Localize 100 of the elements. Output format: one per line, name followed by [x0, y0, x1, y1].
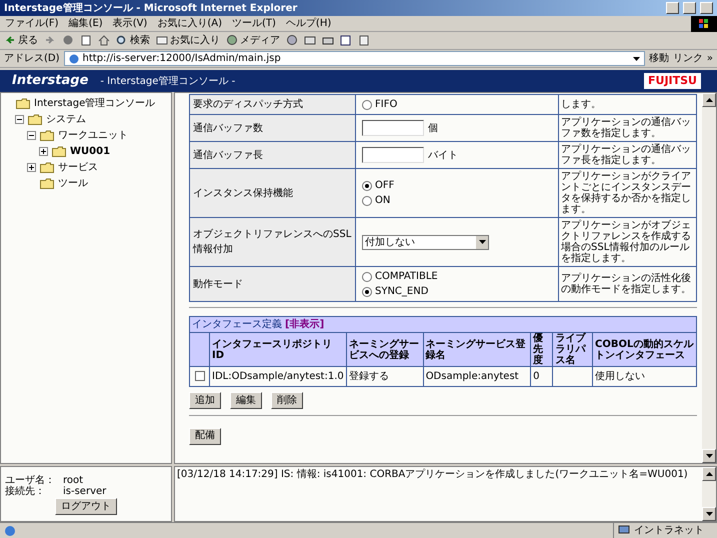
number-field[interactable]: [362, 147, 424, 163]
folder-icon: [40, 178, 54, 188]
links-button[interactable]: リンク: [672, 51, 703, 66]
menu-item[interactable]: ファイル(F): [0, 16, 64, 31]
dropdown-icon: [632, 56, 640, 60]
column-header: インタフェースリポジトリID: [212, 338, 332, 360]
setting-description: アプリケーションの通信バッファ長を指定します。: [561, 144, 691, 166]
folder-icon: [28, 114, 42, 124]
radio-button[interactable]: [362, 180, 372, 190]
setting-label: 動作モード: [193, 278, 243, 290]
column-header: ネーミングサービスへの登録: [348, 338, 419, 360]
go-button[interactable]: 移動: [648, 51, 669, 66]
chevron-button[interactable]: »: [706, 51, 713, 66]
setting-label: 通信バッファ長: [193, 150, 263, 160]
action-button[interactable]: 編集: [230, 392, 262, 409]
column-header: 優先度: [533, 333, 544, 366]
down-arrow-icon: [706, 454, 712, 458]
column-header: COBOLの動的スケルトンインタフェース: [595, 338, 694, 360]
number-field[interactable]: [362, 120, 424, 136]
collapse-icon[interactable]: [15, 114, 24, 124]
radio-button[interactable]: [362, 196, 372, 206]
tree-item[interactable]: ワークユニット: [58, 128, 128, 142]
setting-description: します。: [561, 99, 601, 110]
action-button[interactable]: 削除: [271, 392, 303, 409]
radio-label: ON: [375, 194, 390, 208]
forward-icon: [44, 35, 56, 46]
action-button[interactable]: 追加: [189, 392, 221, 409]
window-title: Interstage管理コンソール - Microsoft Internet Explorer: [4, 2, 298, 16]
back-button[interactable]: 戻る: [4, 33, 38, 48]
home-button[interactable]: [98, 35, 110, 46]
setting-label: 通信バッファ数: [193, 122, 263, 134]
setting-label: オブジェクトリファレンスへのSSL情報付加: [193, 229, 352, 255]
setting-description: アプリケーションの通信バッファ数を指定します。: [561, 117, 691, 139]
setting-description: アプリケーションの活性化後の動作モードを指定します。: [561, 273, 691, 295]
banner-title: - Interstage管理コンソール -: [100, 74, 236, 88]
menu-item[interactable]: お気に入り(A): [152, 16, 227, 31]
radio-label: OFF: [375, 179, 394, 193]
address-field[interactable]: http://is-server:12000/IsAdmin/main.jsp: [64, 51, 645, 66]
brand-logo: FUJITSU: [644, 72, 701, 90]
dropdown-button[interactable]: [476, 236, 488, 248]
up-arrow-icon: [706, 472, 712, 476]
setting-description: アプリケーションがオブジェクトリファレンスを作成する場合のSSL情報付加のルールを指定します。: [561, 220, 691, 264]
favorites-button[interactable]: お気に入り: [156, 33, 220, 48]
setting-description: アプリケーションがクライアントごとにインスタンスデータを保持するか否かを指定します。: [561, 171, 691, 215]
log-message: [03/12/18 14:17:29] IS: 情報: is41001: CORBAアプリケーションを作成しました(ワークユニット名=WU001): [177, 468, 689, 482]
collapse-icon[interactable]: [27, 130, 36, 140]
user-name: root: [63, 475, 84, 486]
logout-button[interactable]: ログアウト: [55, 498, 117, 515]
expand-icon[interactable]: [27, 162, 36, 172]
tree-item[interactable]: システム: [46, 112, 86, 126]
table-cell: ODsample:anytest: [426, 371, 519, 382]
home-icon: [98, 35, 110, 46]
expand-icon[interactable]: [39, 146, 48, 156]
table-cell: IDL:ODsample/anytest:1.0: [212, 371, 344, 382]
unit-label: 個: [428, 122, 438, 136]
toggle-link[interactable]: [非表示]: [285, 317, 324, 332]
setting-label: インスタンス保持機能: [193, 188, 293, 198]
column-header: ライブラリパス名: [555, 333, 586, 366]
select-field[interactable]: 付加しない: [362, 234, 489, 250]
tree-item[interactable]: Interstage管理コンソール: [34, 96, 156, 110]
user-label: ユーザ名：: [5, 475, 56, 486]
radio-button[interactable]: [362, 100, 372, 110]
deploy-button[interactable]: 配備: [189, 428, 221, 444]
zone-label: イントラネット: [634, 524, 704, 538]
section-title: インタフェース定義: [192, 318, 282, 332]
menu-item[interactable]: ツール(T): [227, 16, 281, 31]
search-icon: [116, 35, 128, 46]
address-label: アドレス(D): [4, 52, 60, 66]
caret-icon: [478, 240, 486, 244]
tree-item[interactable]: WU001: [70, 144, 110, 158]
tree-item[interactable]: ツール: [58, 176, 88, 190]
folder-icon: [40, 130, 54, 140]
radio-button[interactable]: [362, 272, 372, 282]
setting-label: 要求のディスパッチ方式: [193, 99, 303, 110]
search-button[interactable]: 検索: [116, 33, 150, 48]
windows-logo: [691, 16, 717, 32]
unit-label: バイト: [428, 148, 458, 162]
radio-label: FIFO: [375, 98, 398, 112]
menu-item[interactable]: 編集(E): [64, 16, 108, 31]
radio-label: COMPATIBLE: [375, 270, 438, 284]
radio-label: SYNC_END: [375, 285, 428, 299]
menu-item[interactable]: 表示(V): [108, 16, 152, 31]
radio-button[interactable]: [362, 286, 372, 296]
row-checkbox[interactable]: [194, 371, 204, 382]
table-cell: 使用しない: [595, 371, 646, 382]
folder-icon: [52, 146, 66, 156]
column-header: ネーミングサービス登録名: [426, 338, 526, 360]
tree-item[interactable]: サービス: [58, 160, 98, 174]
logo: Interstage: [12, 72, 88, 90]
host-label: 接続先：: [5, 486, 46, 497]
up-arrow-icon: [706, 98, 712, 102]
close-button[interactable]: [700, 2, 713, 14]
host-name: is-server: [63, 486, 106, 497]
table-cell: 登録する: [348, 371, 389, 382]
back-icon: [4, 35, 16, 46]
maximize-button[interactable]: [683, 2, 696, 14]
menu-item[interactable]: ヘルプ(H): [280, 16, 336, 31]
down-arrow-icon: [706, 512, 712, 516]
media-button[interactable]: メディア: [226, 33, 280, 48]
minimize-button[interactable]: [666, 2, 679, 14]
